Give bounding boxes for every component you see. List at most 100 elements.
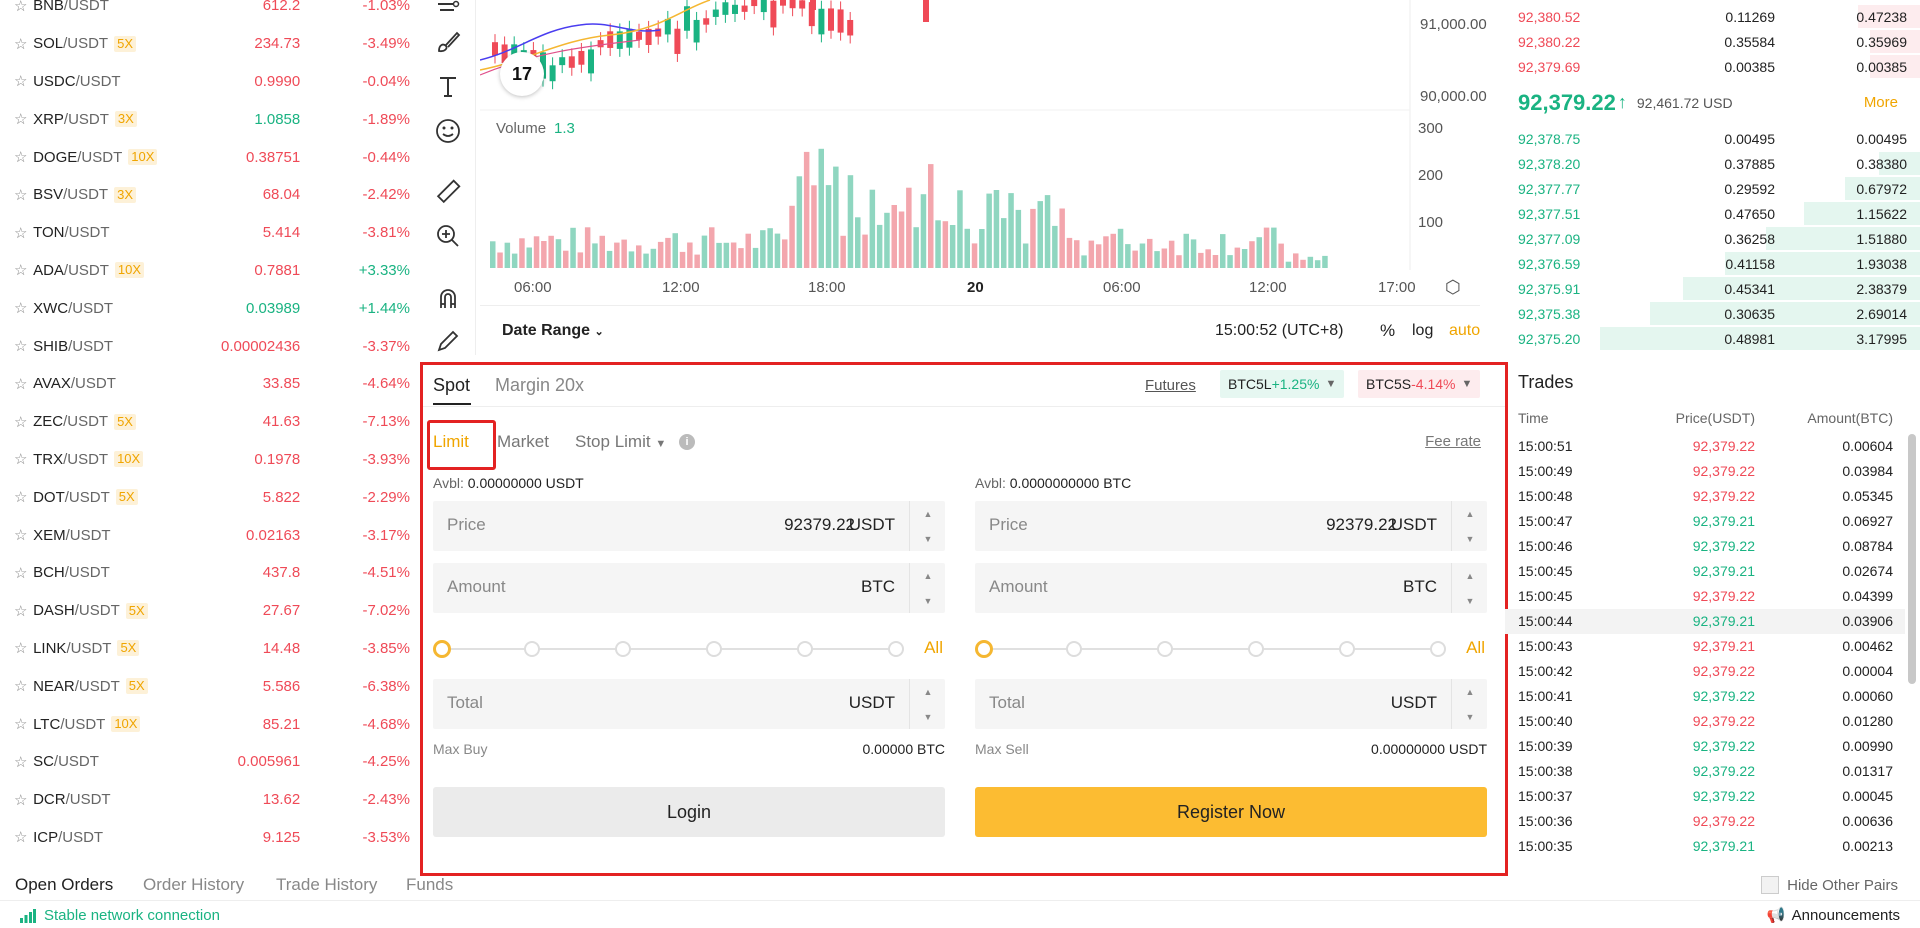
buy-all-button[interactable]: All [924, 638, 943, 658]
decrement-icon[interactable]: ▼ [910, 704, 946, 729]
btc5s-badge[interactable]: BTC5S -4.14% ▼ [1358, 370, 1481, 398]
checkbox[interactable] [1761, 876, 1780, 894]
market-row[interactable]: ☆ AVAX/USDT 33.85 -4.64% [0, 365, 410, 403]
star-icon[interactable]: ☆ [14, 35, 33, 53]
star-icon[interactable]: ☆ [14, 526, 33, 544]
slider-step[interactable] [1430, 641, 1446, 657]
star-icon[interactable]: ☆ [14, 224, 33, 242]
zoom-in-icon[interactable] [434, 222, 462, 250]
market-row[interactable]: ☆ SC/USDT 0.005961 -4.25% [0, 743, 410, 781]
pencil-lock-icon[interactable] [434, 327, 462, 355]
market-row[interactable]: ☆ BCH/USDT 437.8 -4.51% [0, 554, 410, 592]
buy-amount-field[interactable]: Amount BTC ▲ ▼ [433, 563, 945, 613]
increment-icon[interactable]: ▲ [910, 563, 946, 588]
tab-funds[interactable]: Funds [406, 875, 453, 895]
info-icon[interactable]: i [679, 434, 695, 450]
star-icon[interactable]: ☆ [14, 677, 33, 695]
market-row[interactable]: ☆ XRP/USDT 3X 1.0858 -1.89% [0, 100, 410, 138]
magnet-icon[interactable] [434, 284, 462, 312]
star-icon[interactable]: ☆ [14, 148, 33, 166]
sell-amount-stepper[interactable]: ▲ ▼ [1451, 563, 1487, 613]
increment-icon[interactable]: ▲ [1452, 563, 1488, 588]
buy-price-stepper[interactable]: ▲ ▼ [909, 501, 945, 551]
increment-icon[interactable]: ▲ [1452, 501, 1488, 526]
auto-scale-button[interactable]: auto [1449, 322, 1480, 340]
slider-step[interactable] [1157, 641, 1173, 657]
slider-step[interactable] [888, 641, 904, 657]
buy-percent-slider[interactable]: All [433, 623, 945, 673]
order-book-row[interactable]: 92,380.52 0.11269 0.47238 [1505, 4, 1920, 29]
chart-canvas[interactable] [480, 0, 1480, 305]
market-row[interactable]: ☆ DOGE/USDT 10X 0.38751 -0.44% [0, 138, 410, 176]
slider-step[interactable] [706, 641, 722, 657]
slider-step[interactable] [615, 641, 631, 657]
fee-rate-link[interactable]: Fee rate [1425, 433, 1481, 450]
more-link[interactable]: More [1864, 94, 1898, 111]
slider-handle[interactable] [433, 640, 451, 658]
market-row[interactable]: ☆ SOL/USDT 5X 234.73 -3.49% [0, 25, 410, 63]
order-book-row[interactable]: 92,377.09 0.36258 1.51880 [1505, 226, 1920, 251]
star-icon[interactable]: ☆ [14, 488, 33, 506]
market-row[interactable]: ☆ BNB/USDT 612.2 -1.03% [0, 0, 410, 25]
sell-amount-field[interactable]: Amount BTC ▲ ▼ [975, 563, 1487, 613]
slider-step[interactable] [797, 641, 813, 657]
chart-settings-icon[interactable]: ⬡ [1445, 277, 1461, 298]
sell-price-stepper[interactable]: ▲ ▼ [1451, 501, 1487, 551]
order-book-row[interactable]: 92,376.59 0.41158 1.93038 [1505, 251, 1920, 276]
sell-percent-slider[interactable]: All [975, 623, 1487, 673]
sell-all-button[interactable]: All [1466, 638, 1485, 658]
market-row[interactable]: ☆ USDC/USDT 0.9990 -0.04% [0, 63, 410, 101]
star-icon[interactable]: ☆ [14, 110, 33, 128]
order-book-row[interactable]: 92,375.38 0.30635 2.69014 [1505, 301, 1920, 326]
market-row[interactable]: ☆ LTC/USDT 10X 85.21 -4.68% [0, 705, 410, 743]
market-row[interactable]: ☆ ADA/USDT 10X 0.7881 +3.33% [0, 252, 410, 290]
star-icon[interactable]: ☆ [14, 564, 33, 582]
log-scale-button[interactable]: log [1412, 322, 1433, 340]
tab-margin[interactable]: Margin 20x [495, 375, 584, 396]
star-icon[interactable]: ☆ [14, 413, 33, 431]
emoji-tool-icon[interactable] [434, 117, 462, 145]
ruler-tool-icon[interactable] [434, 178, 462, 206]
order-book-row[interactable]: 92,380.22 0.35584 0.35969 [1505, 29, 1920, 54]
sell-price-field[interactable]: Price 92379.22 USDT ▲ ▼ [975, 501, 1487, 551]
order-type-market[interactable]: Market [497, 432, 549, 452]
slider-handle[interactable] [975, 640, 993, 658]
market-row[interactable]: ☆ SHIB/USDT 0.00002436 -3.37% [0, 327, 410, 365]
order-book-row[interactable]: 92,377.51 0.47650 1.15622 [1505, 201, 1920, 226]
market-row[interactable]: ☆ DCR/USDT 13.62 -2.43% [0, 781, 410, 819]
order-type-limit[interactable]: Limit [433, 432, 469, 452]
market-row[interactable]: ☆ XEM/USDT 0.02163 -3.17% [0, 516, 410, 554]
buy-total-field[interactable]: Total USDT ▲ ▼ [433, 679, 945, 729]
market-row[interactable]: ☆ XWC/USDT 0.03989 +1.44% [0, 289, 410, 327]
trades-scrollbar[interactable] [1908, 434, 1916, 684]
sell-price-input[interactable]: 92379.22 [1326, 515, 1397, 535]
register-now-button[interactable]: Register Now [975, 787, 1487, 837]
announcements-link[interactable]: 📢 Announcements [1767, 906, 1900, 925]
order-book-row[interactable]: 92,378.20 0.37885 0.38380 [1505, 151, 1920, 176]
star-icon[interactable]: ☆ [14, 450, 33, 468]
tab-trade-history[interactable]: Trade History [276, 875, 377, 895]
star-icon[interactable]: ☆ [14, 715, 33, 733]
slider-step[interactable] [1066, 641, 1082, 657]
star-icon[interactable]: ☆ [14, 639, 33, 657]
decrement-icon[interactable]: ▼ [1452, 588, 1488, 613]
market-row[interactable]: ☆ DASH/USDT 5X 27.67 -7.02% [0, 592, 410, 630]
slider-step[interactable] [1339, 641, 1355, 657]
star-icon[interactable]: ☆ [14, 186, 33, 204]
market-row[interactable]: ☆ ZEC/USDT 5X 41.63 -7.13% [0, 403, 410, 441]
decrement-icon[interactable]: ▼ [910, 526, 946, 551]
line-tool-icon[interactable] [434, 0, 462, 22]
star-icon[interactable]: ☆ [14, 72, 33, 90]
star-icon[interactable]: ☆ [14, 337, 33, 355]
market-row[interactable]: ☆ TON/USDT 5.414 -3.81% [0, 214, 410, 252]
market-row[interactable]: ☆ LINK/USDT 5X 14.48 -3.85% [0, 630, 410, 668]
date-range-button[interactable]: Date Range ⌄ [502, 322, 604, 340]
tab-order-history[interactable]: Order History [143, 875, 244, 895]
decrement-icon[interactable]: ▼ [1452, 704, 1488, 729]
star-icon[interactable]: ☆ [14, 602, 33, 620]
star-icon[interactable]: ☆ [14, 0, 33, 15]
hide-other-pairs-toggle[interactable]: Hide Other Pairs [1761, 876, 1898, 894]
login-button[interactable]: Login [433, 787, 945, 837]
buy-price-field[interactable]: Price 92379.22 USDT ▲ ▼ [433, 501, 945, 551]
tab-open-orders[interactable]: Open Orders [15, 875, 113, 895]
